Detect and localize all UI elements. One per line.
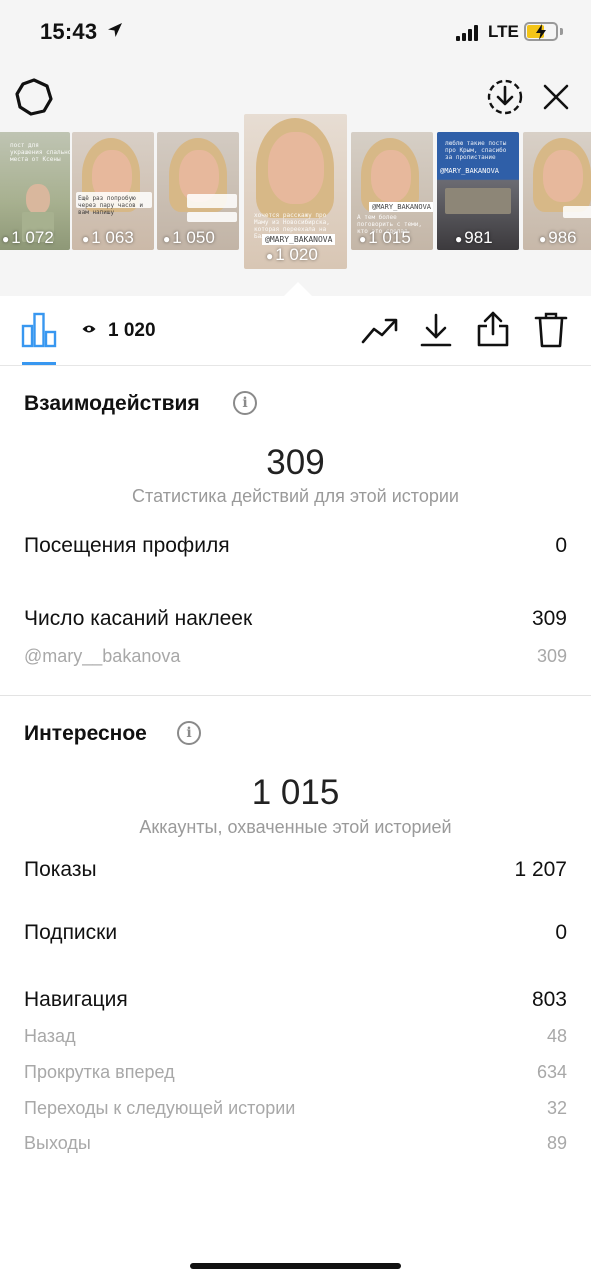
eye-icon: ● xyxy=(163,232,171,246)
sub-stat-label-mention: @mary__bakanova xyxy=(24,646,181,666)
stat-value-navigation: 803 xyxy=(531,988,567,1011)
home-indicator[interactable] xyxy=(190,1263,401,1269)
story-views: 1 015 xyxy=(368,228,411,247)
interactions-caption: Статистика действий для этой истории xyxy=(132,486,459,506)
stat-value-sticker-taps: 309 xyxy=(531,607,567,630)
signal-icon xyxy=(456,24,482,41)
mention-sticker: @MARY_BAKANOVA xyxy=(440,167,500,175)
story-views: 981 xyxy=(464,228,493,247)
story-views: 1 063 xyxy=(91,228,134,247)
section-divider xyxy=(0,695,591,696)
eye-icon: ● xyxy=(455,232,463,246)
info-icon[interactable]: i xyxy=(233,391,257,415)
story-thumbnail[interactable]: ● 1 050 xyxy=(157,132,239,250)
discovery-caption: Аккаунты, охваченные этой историей xyxy=(139,817,452,837)
story-thumbnail-current[interactable]: хочется расскажу про Маму из Новосибирск… xyxy=(244,114,347,269)
eye-icon: ● xyxy=(2,232,10,246)
story-thumbnail[interactable]: ● 986 xyxy=(523,132,591,250)
share-icon[interactable] xyxy=(476,310,510,348)
sub-stat-value-exits: 89 xyxy=(546,1133,567,1153)
eye-icon xyxy=(82,325,96,333)
download-icon[interactable] xyxy=(419,312,453,348)
settings-icon[interactable] xyxy=(14,77,54,117)
location-arrow-icon xyxy=(108,23,122,37)
views-count: 1 020 xyxy=(108,320,156,341)
bar-chart-icon[interactable] xyxy=(20,312,58,348)
sub-stat-label-exits: Выходы xyxy=(24,1133,91,1153)
stat-label-profile-visits: Посещения профиля xyxy=(24,534,230,557)
trend-icon[interactable] xyxy=(361,314,399,346)
trash-icon[interactable] xyxy=(534,312,568,348)
story-views: 986 xyxy=(548,228,577,247)
sub-stat-value-mention: 309 xyxy=(536,646,567,666)
stat-value-impressions: 1 207 xyxy=(514,858,567,881)
stat-value-follows: 0 xyxy=(555,921,567,944)
sub-stat-label-next-story: Переходы к следующей истории xyxy=(24,1098,296,1118)
eye-icon: ● xyxy=(539,232,547,246)
status-bar: 15:43 LTE xyxy=(0,0,591,64)
discovery-title: Интересное xyxy=(24,722,147,745)
interactions-total: 309 xyxy=(266,443,325,482)
story-views: 1 050 xyxy=(172,228,215,247)
interactions-title: Взаимодействия xyxy=(24,392,200,415)
stat-label-navigation: Навигация xyxy=(24,988,128,1011)
download-circle-icon[interactable] xyxy=(486,78,524,116)
stat-label-impressions: Показы xyxy=(24,858,97,881)
story-toolbar: 1 020 xyxy=(0,296,591,366)
sub-stat-value-forward: 634 xyxy=(536,1062,567,1082)
charging-bolt-icon xyxy=(536,24,546,40)
mention-sticker: @MARY_BAKANOVA xyxy=(262,234,336,245)
network-type: LTE xyxy=(488,22,519,41)
selected-story-pointer xyxy=(284,282,312,296)
story-thumbnail[interactable]: @MARY_BAKANOVA А тем более поговорить с … xyxy=(351,132,433,250)
mention-sticker: @MARY_BAKANOVA xyxy=(369,202,433,212)
story-views: 1 072 xyxy=(11,228,54,247)
sub-stat-label-back: Назад xyxy=(24,1026,76,1046)
story-views: 1 020 xyxy=(275,245,318,264)
story-thumbnail[interactable]: пост для украшения спального места от Кс… xyxy=(0,132,70,250)
status-time: 15:43 xyxy=(40,19,98,44)
stat-label-follows: Подписки xyxy=(24,921,118,944)
close-icon[interactable] xyxy=(541,82,571,112)
sub-stat-value-back: 48 xyxy=(546,1026,567,1046)
discovery-total: 1 015 xyxy=(251,773,340,812)
eye-icon: ● xyxy=(359,232,367,246)
sub-stat-label-forward: Прокрутка вперед xyxy=(24,1062,175,1082)
eye-icon: ● xyxy=(266,249,274,263)
story-thumbnail[interactable]: люблю такие посты про Крым, спасибо за п… xyxy=(437,132,519,250)
eye-icon: ● xyxy=(82,232,90,246)
sub-stat-value-next-story: 32 xyxy=(546,1098,567,1118)
info-icon[interactable]: i xyxy=(177,721,201,745)
stat-label-sticker-taps: Число касаний наклеек xyxy=(24,607,253,630)
story-thumbnail[interactable]: Ещё раз попробую через пару часов и вам … xyxy=(72,132,154,250)
stat-value-profile-visits: 0 xyxy=(555,534,567,557)
active-tab-indicator xyxy=(22,362,56,365)
